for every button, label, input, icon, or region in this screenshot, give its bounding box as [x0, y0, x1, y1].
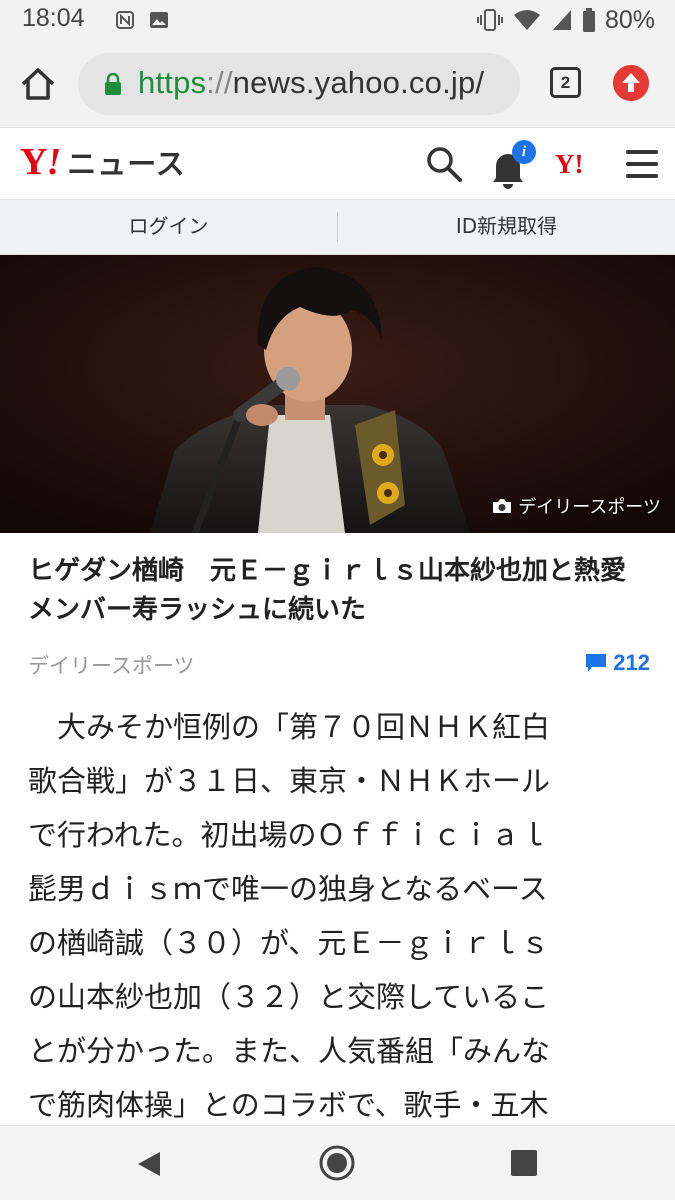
site-header: Y ! ニュース i Y!	[0, 128, 675, 200]
wifi-icon	[513, 10, 540, 30]
yahoo-news-logo[interactable]: Y ! ニュース	[20, 142, 186, 182]
nfc-icon	[116, 11, 134, 29]
yahoo-top-link[interactable]: Y!	[555, 148, 584, 180]
signal-icon	[552, 10, 571, 30]
body-line: で筋肉体操」とのコラボで、歌手・五木	[28, 1088, 549, 1122]
comment-count: 212	[613, 650, 650, 675]
status-time: 18:04	[22, 4, 85, 32]
tab-switcher-button[interactable]: 2	[550, 67, 581, 98]
search-icon[interactable]	[425, 145, 463, 183]
article-source[interactable]: デイリースポーツ	[28, 650, 195, 680]
system-navigation-bar	[0, 1125, 675, 1200]
comment-link[interactable]: 212	[585, 650, 650, 676]
body-line: 髭男ｄｉｓｍで唯一の独身となるベース	[28, 872, 548, 906]
url-scheme: https	[138, 65, 207, 100]
body-line: で行われた。初出場のＯｆｆｉｃｉａｌ	[28, 818, 549, 852]
update-icon[interactable]	[613, 65, 649, 101]
camera-icon	[493, 499, 512, 513]
status-bar: 18:04 80%	[0, 0, 675, 40]
logo-y: Y	[20, 141, 47, 183]
body-line: とが分かった。また、人気番組「みんな	[28, 1034, 551, 1068]
register-link[interactable]: ID新規取得	[338, 200, 675, 254]
article-body: 大みそか恒例の「第７０回ＮＨＫ紅白 歌合戦」が３１日、東京・ＮＨＫホール で行わ…	[28, 700, 653, 1132]
body-line: の楢崎誠（３０）が、元Ｅ－ｇｉｒｌｓ	[28, 926, 550, 960]
vibrate-icon	[476, 9, 503, 31]
comment-icon	[586, 654, 607, 672]
url-separator: ://	[206, 65, 233, 100]
logo-mark: !	[46, 141, 62, 183]
photo-credit: デイリースポーツ	[492, 493, 661, 519]
battery-percent: 80%	[604, 5, 655, 34]
browser-toolbar: https://news.yahoo.co.jp/ 2	[0, 40, 675, 128]
battery-icon	[582, 8, 595, 32]
article-meta: デイリースポーツ 212	[28, 648, 650, 680]
hamburger-menu-icon[interactable]	[626, 150, 658, 178]
notification-button[interactable]: i	[488, 140, 536, 189]
article-headline: ヒゲダン楢崎 元Ｅ－ｇｉｒｌｓ山本紗也加と熱愛 メンバー寿ラッシュに続いた	[28, 556, 653, 625]
url-text[interactable]: https://news.yahoo.co.jp/	[138, 65, 484, 101]
yahoo-small-logo: Y!	[555, 148, 584, 179]
status-icons-right: 80%	[476, 4, 655, 36]
performer-photo	[0, 255, 675, 533]
home-nav-icon[interactable]	[318, 1144, 356, 1182]
login-link[interactable]: ログイン	[0, 200, 337, 254]
body-line: の山本紗也加（３２）と交際しているこ	[28, 980, 550, 1014]
gallery-icon	[150, 12, 168, 28]
address-bar[interactable]: https://news.yahoo.co.jp/	[78, 53, 520, 115]
body-line: 歌合戦」が３１日、東京・ＮＨＫホール	[28, 764, 551, 798]
status-icons-left	[115, 9, 169, 31]
login-bar: ログイン ID新規取得	[0, 200, 675, 255]
back-icon[interactable]	[136, 1150, 162, 1178]
notification-badge: i	[512, 140, 536, 164]
url-host: news.yahoo.co.jp/	[232, 65, 485, 100]
home-icon[interactable]	[18, 64, 58, 104]
body-line: 大みそか恒例の「第７０回ＮＨＫ紅白	[28, 710, 551, 744]
article-photo[interactable]: デイリースポーツ	[0, 255, 675, 533]
recents-icon[interactable]	[511, 1150, 537, 1176]
photo-credit-text: デイリースポーツ	[518, 497, 661, 518]
logo-text: ニュース	[67, 147, 186, 181]
lock-icon	[105, 73, 121, 95]
